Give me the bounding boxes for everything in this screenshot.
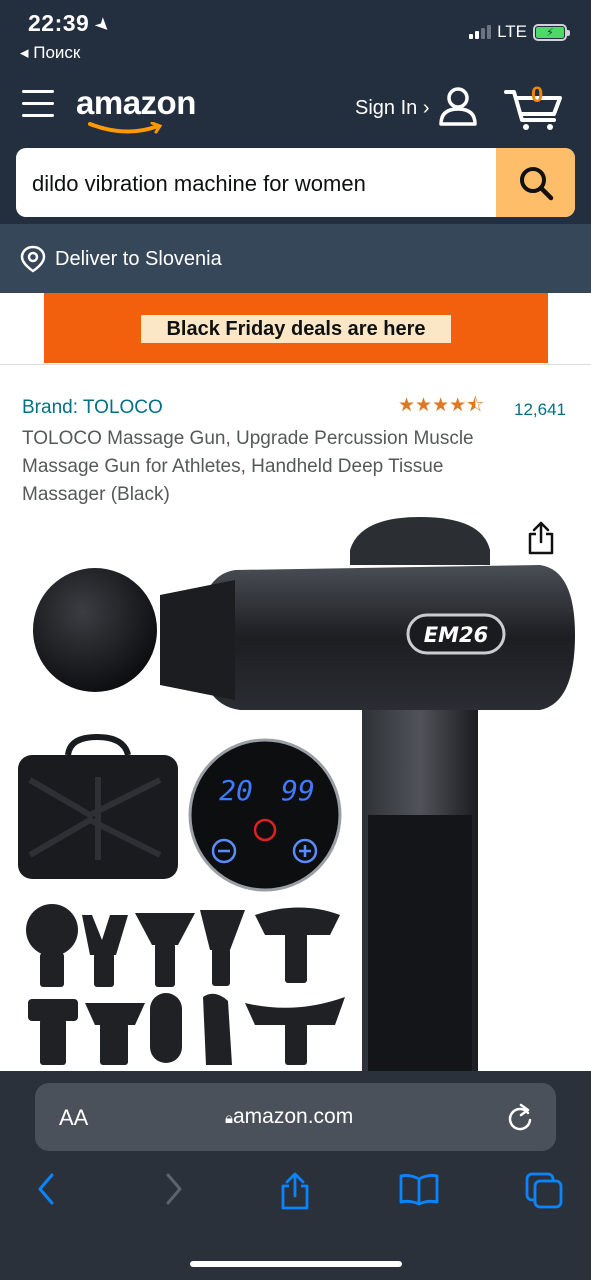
gun-body bbox=[195, 565, 575, 710]
search-bar: dildo vibration machine for women bbox=[0, 144, 591, 224]
home-indicator bbox=[190, 1261, 402, 1267]
sign-in-link[interactable]: Sign In › bbox=[355, 97, 429, 120]
search-button[interactable] bbox=[496, 148, 575, 217]
model-label: EM26 bbox=[424, 623, 488, 647]
black-friday-banner[interactable]: Black Friday deals are here bbox=[44, 293, 548, 363]
cart-button[interactable]: 0 bbox=[504, 82, 564, 132]
page-domain: amazon.com bbox=[232, 1105, 354, 1128]
status-time: 22:39 bbox=[28, 10, 90, 36]
search-query: dildo vibration machine for women bbox=[32, 171, 366, 196]
gun-knob bbox=[350, 517, 490, 565]
menu-icon[interactable] bbox=[22, 90, 54, 118]
search-icon bbox=[519, 166, 553, 200]
share-page-icon[interactable] bbox=[278, 1171, 312, 1211]
massage-head bbox=[33, 568, 157, 692]
amazon-logo[interactable]: amazon bbox=[76, 84, 196, 134]
signal-icon bbox=[469, 25, 492, 39]
star-icon: ★ bbox=[398, 395, 416, 416]
share-icon[interactable] bbox=[526, 520, 556, 556]
attachment-heads bbox=[26, 904, 340, 987]
search-input[interactable]: dildo vibration machine for women bbox=[16, 148, 575, 217]
lock-icon: 🔒︎ bbox=[225, 1110, 233, 1127]
reload-icon[interactable] bbox=[506, 1102, 534, 1132]
forward-icon[interactable] bbox=[162, 1171, 186, 1207]
deliver-label: Deliver to Slovenia bbox=[55, 248, 222, 270]
product-image[interactable]: EM26 20 99 bbox=[0, 515, 591, 1071]
promo-area: Black Friday deals are here bbox=[0, 293, 591, 365]
display-left: 20 bbox=[219, 774, 253, 807]
status-bar: 22:39➤ ◂ Поиск LTE ⚡ bbox=[0, 0, 591, 70]
back-to-search-link[interactable]: ◂ Поиск bbox=[20, 43, 80, 63]
brand-link[interactable]: Brand: TOLOCO bbox=[22, 397, 163, 419]
location-arrow-icon: ➤ bbox=[90, 12, 117, 38]
review-count-link[interactable]: 12,641 bbox=[514, 400, 566, 420]
control-display bbox=[188, 738, 342, 892]
cart-count: 0 bbox=[531, 82, 544, 107]
browser-toolbar: AA 🔒︎amazon.com bbox=[0, 1071, 591, 1280]
reader-options-button[interactable]: AA bbox=[59, 1105, 88, 1131]
rating-stars[interactable]: ★ ★ ★ ★ ⯪ bbox=[398, 396, 484, 416]
amazon-header: amazon Sign In › 0 bbox=[0, 70, 591, 144]
star-icon: ★ bbox=[449, 395, 467, 416]
network-label: LTE bbox=[497, 22, 527, 41]
tabs-icon[interactable] bbox=[524, 1171, 564, 1209]
back-icon[interactable] bbox=[34, 1171, 58, 1207]
half-star-icon: ⯪ bbox=[466, 395, 485, 416]
display-right: 99 bbox=[281, 774, 315, 807]
banner-label: Black Friday deals are here bbox=[141, 315, 451, 343]
bookmarks-icon[interactable] bbox=[398, 1171, 440, 1207]
location-pin-icon bbox=[20, 245, 46, 273]
star-icon: ★ bbox=[415, 395, 433, 416]
star-icon: ★ bbox=[432, 395, 450, 416]
address-bar[interactable]: AA 🔒︎amazon.com bbox=[35, 1083, 556, 1151]
battery-icon: ⚡ bbox=[533, 23, 570, 41]
smile-icon bbox=[88, 122, 163, 134]
deliver-to-location[interactable]: Deliver to Slovenia bbox=[0, 224, 591, 293]
product-title: TOLOCO Massage Gun, Upgrade Percussion M… bbox=[22, 428, 474, 505]
user-icon[interactable] bbox=[438, 86, 478, 126]
